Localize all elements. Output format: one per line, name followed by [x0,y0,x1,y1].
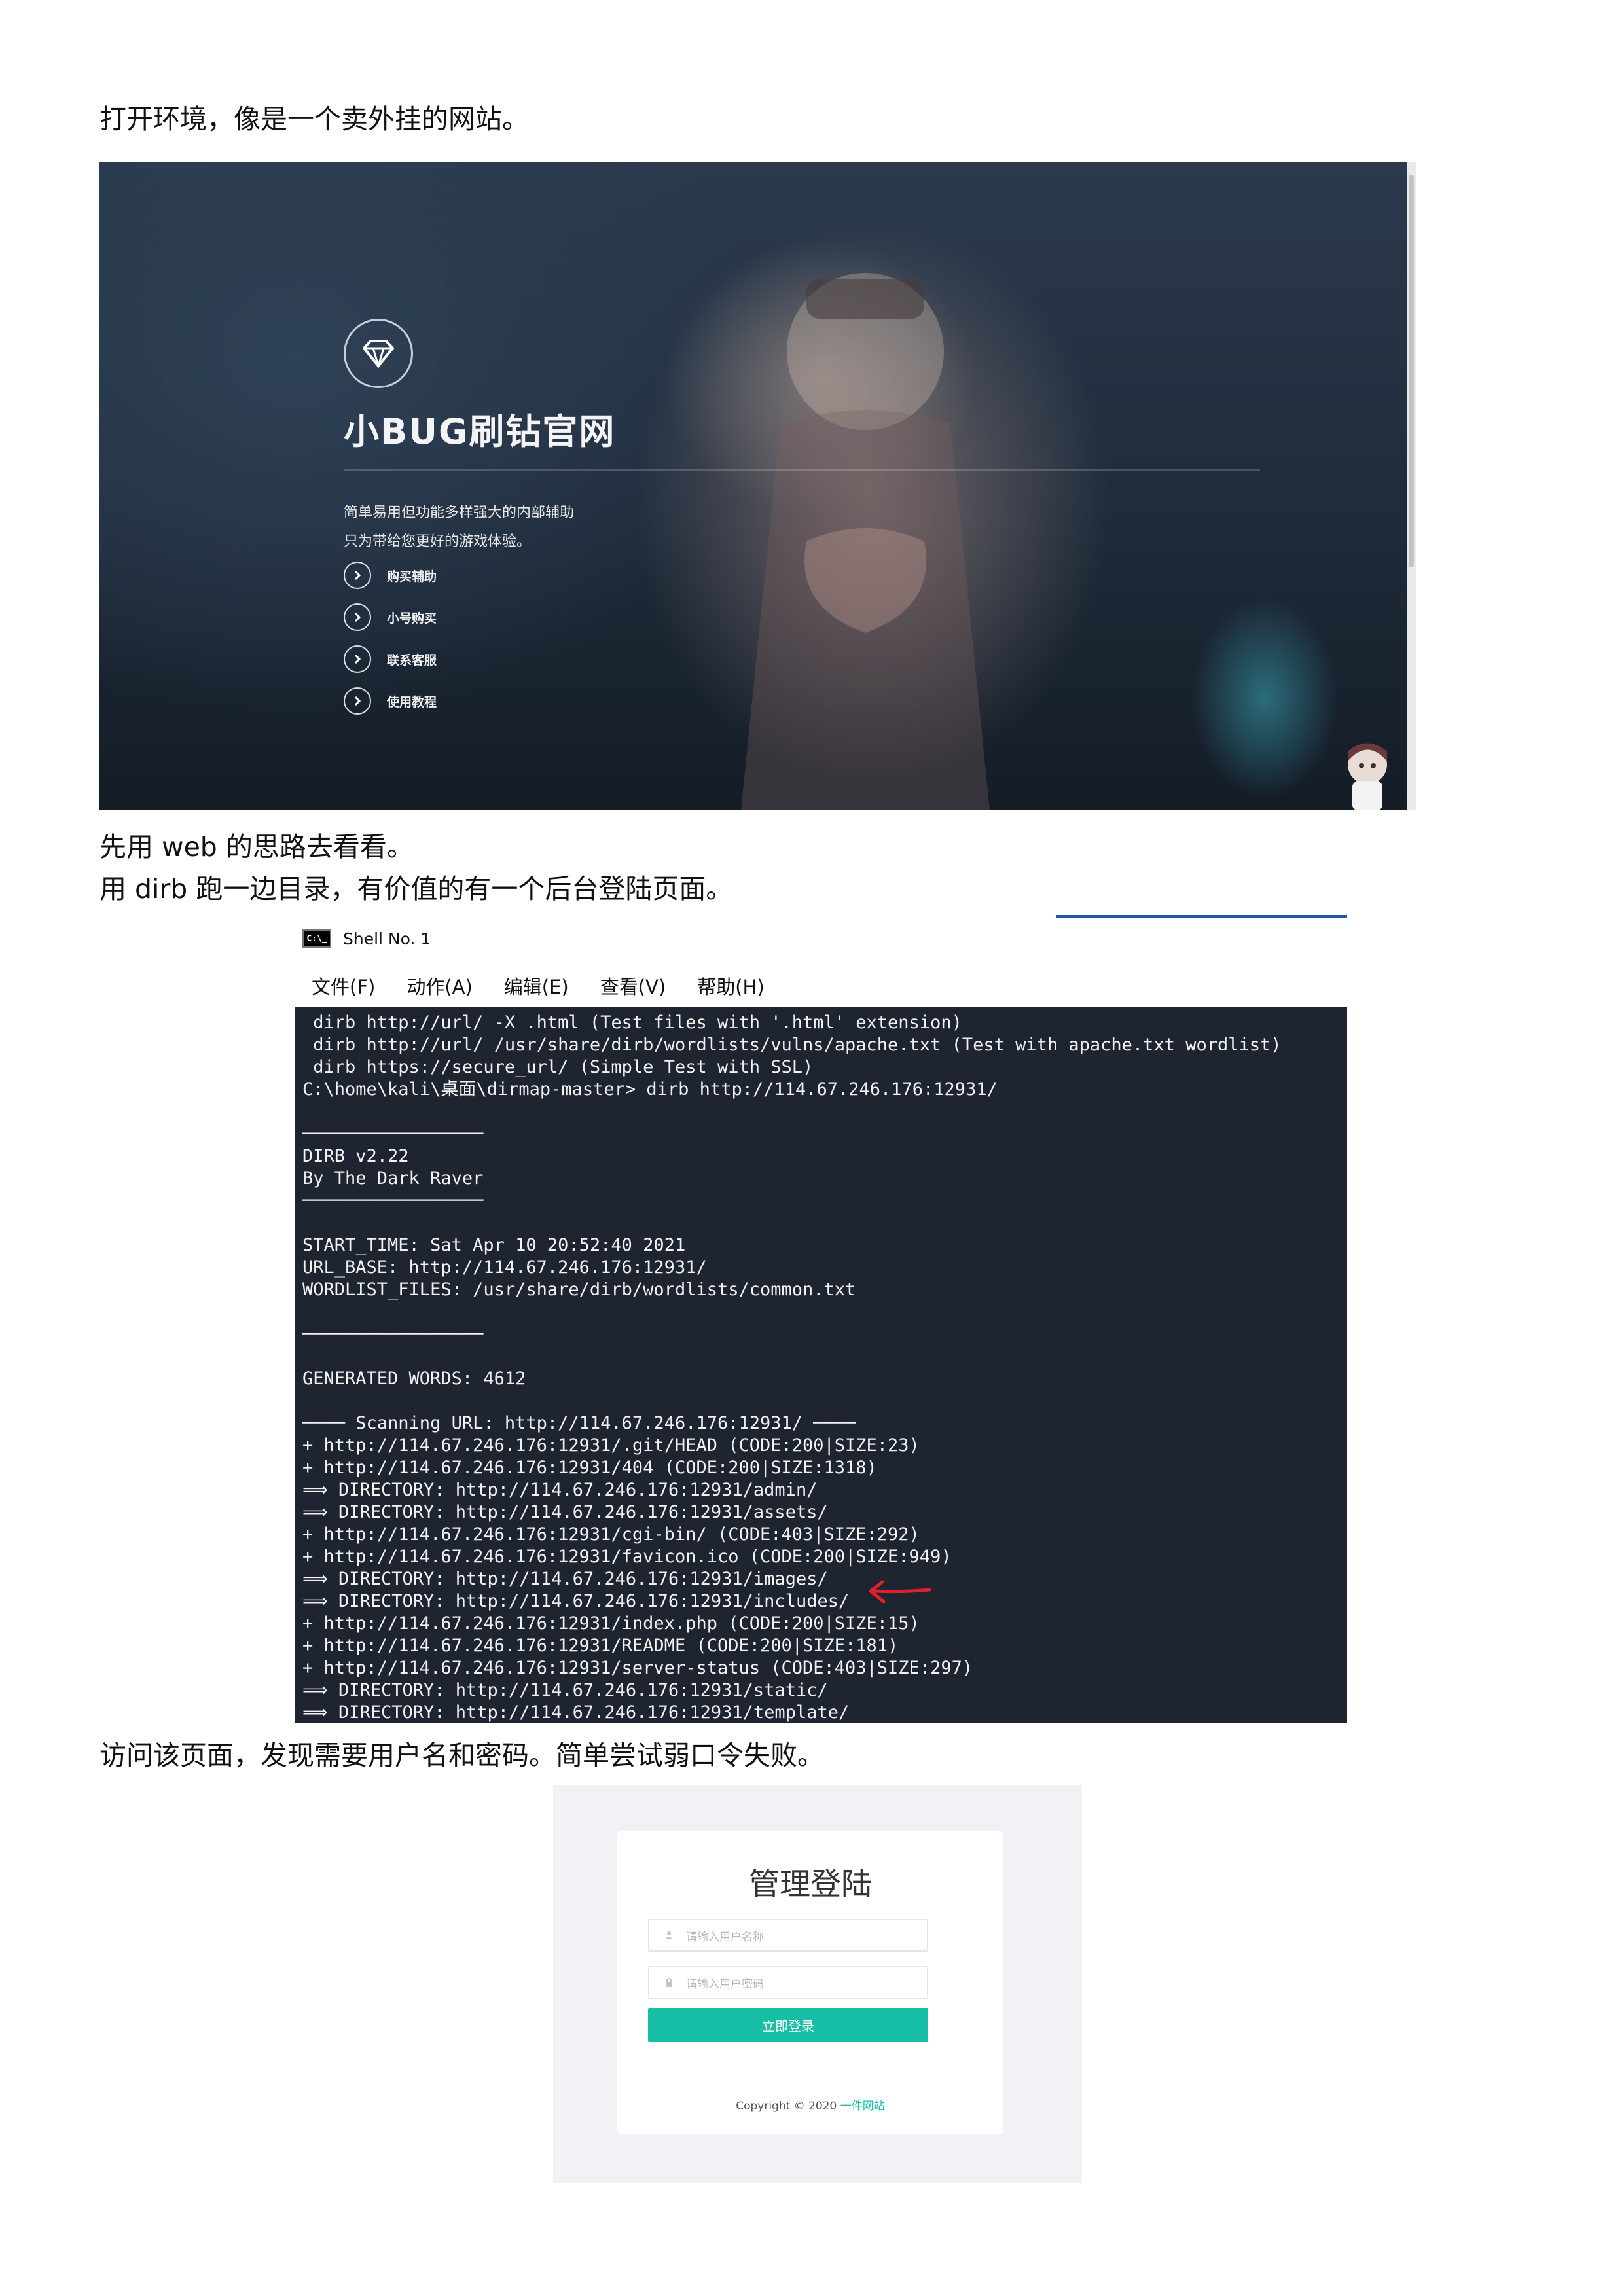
diamond-logo [344,319,413,388]
terminal-line: + http://114.67.246.176:12931/README (CO… [302,1636,899,1656]
terminal-line: + http://114.67.246.176:12931/.git/HEAD … [302,1435,920,1456]
menu-help[interactable]: 帮助(H) [697,972,764,999]
red-arrow-annotation [869,1580,931,1604]
terminal-line: + http://114.67.246.176:12931/404 (CODE:… [302,1458,877,1478]
terminal-line: ──── Scanning URL: http://114.67.246.176… [302,1413,856,1433]
mascot-widget[interactable] [1335,732,1400,810]
menu-file[interactable]: 文件(F) [312,972,375,999]
password-placeholder: 请输入用户密码 [686,1977,764,1991]
terminal-line: ⟹ DIRECTORY: http://114.67.246.176:12931… [302,1480,818,1500]
terminal-line: + http://114.67.246.176:12931/index.php … [302,1613,920,1634]
terminal-line: ───────────────── [302,1124,484,1144]
paragraph-login-visit: 访问该页面，发现需要用户名和密码。简单尝试弱口令失败。 [99,1740,824,1771]
scrollbar[interactable] [1407,162,1416,810]
scrollbar-thumb[interactable] [1409,175,1414,567]
chevron-right-icon [344,645,371,673]
paragraph-intro: 打开环境，像是一个卖外挂的网站。 [99,103,529,135]
password-field[interactable]: 请输入用户密码 [648,1966,928,1999]
paragraph-dirb-scan: 用 dirb 跑一边目录，有价值的有一个后台登陆页面。 [99,873,733,905]
chevron-right-icon [344,687,371,715]
menu-item-label: 联系客服 [387,653,437,668]
terminal-line: URL_BASE: http://114.67.246.176:12931/ [302,1257,707,1278]
login-button[interactable]: 立即登录 [648,2008,928,2042]
character-illustration [741,273,990,810]
terminal-line: dirb http://url/ /usr/share/dirb/wordlis… [302,1035,1282,1055]
terminal-line: ───────────────── [302,1191,484,1211]
menu-item-label: 使用教程 [387,694,437,709]
terminal-line: + http://114.67.246.176:12931/favicon.ic… [302,1547,952,1567]
terminal-line: ⟹ DIRECTORY: http://114.67.246.176:12931… [302,1680,828,1700]
terminal-line: WORDLIST_FILES: /usr/share/dirb/wordlist… [302,1280,856,1300]
copyright-footer: Copyright © 2020 一件网站 [617,2096,1003,2113]
terminal-line: ⟹ DIRECTORY: http://114.67.246.176:12931… [302,1702,850,1723]
title-divider [344,469,1260,471]
terminal-line: START_TIME: Sat Apr 10 20:52:40 2021 [302,1235,686,1255]
terminal-line: ⟹ DIRECTORY: http://114.67.246.176:12931… [302,1591,850,1611]
site-title: 小BUG刷钻官网 [344,411,616,452]
diamond-icon [363,340,394,368]
terminal-line: + http://114.67.246.176:12931/server-sta… [302,1658,973,1678]
username-placeholder: 请输入用户名称 [686,1930,764,1944]
menu-action[interactable]: 动作(A) [406,972,472,999]
login-card: 管理登陆 请输入用户名称 请输入用户密码 立即登录 Copyright © 20… [617,1831,1003,2134]
mascot-icon [1348,743,1387,810]
terminal-line: + http://114.67.246.176:12931/cgi-bin/ (… [302,1524,920,1545]
terminal-line: dirb http://url/ -X .html (Test files wi… [302,1013,962,1033]
user-icon [662,1931,676,1940]
site-link[interactable]: 一件网站 [840,2100,885,2113]
menu-item-label: 购买辅助 [387,569,437,584]
menu-item-contact-support[interactable]: 联系客服 [344,645,437,673]
username-field[interactable]: 请输入用户名称 [648,1919,928,1952]
site-description-line: 只为带给您更好的游戏体验。 [344,533,532,550]
terminal-line: GENERATED WORDS: 4612 [302,1369,526,1389]
copyright-text: Copyright © 2020 [736,2100,837,2113]
terminal-line: ⟹ DIRECTORY: http://114.67.246.176:12931… [302,1502,828,1522]
menu-edit[interactable]: 编辑(E) [504,972,569,999]
terminal-titlebar: C:\_ Shell No. 1 [295,923,1347,954]
window-accent-bar [1056,915,1347,918]
menu-view[interactable]: 查看(V) [600,972,666,999]
site-description-line: 简单易用但功能多样强大的内部辅助 [344,505,575,521]
terminal-line: ⟹ DIRECTORY: http://114.67.246.176:12931… [302,1569,828,1589]
lock-icon [662,1977,676,1988]
menu-item-tutorial[interactable]: 使用教程 [344,687,437,715]
chevron-right-icon [344,562,371,589]
menu-item-label: 小号购买 [387,611,437,626]
terminal-menubar: 文件(F) 动作(A) 编辑(E) 查看(V) 帮助(H) [295,967,779,1004]
window-title: Shell No. 1 [343,929,431,948]
terminal-line: ───────────────── [302,1324,484,1344]
website-screenshot: 小BUG刷钻官网 简单易用但功能多样强大的内部辅助 只为带给您更好的游戏体验。 … [99,162,1416,810]
terminal-line: C:\home\kali\桌面\dirmap-master> dirb http… [302,1079,998,1100]
chevron-right-icon [344,603,371,631]
terminal-line: DIRB v2.22 [302,1146,409,1166]
terminal-line: dirb https://secure_url/ (Simple Test wi… [302,1057,814,1077]
terminal-line: By The Dark Raver [302,1168,484,1189]
terminal-output[interactable]: dirb http://url/ -X .html (Test files wi… [295,1007,1347,1723]
terminal-icon: C:\_ [302,929,331,948]
login-page-screenshot: 管理登陆 请输入用户名称 请输入用户密码 立即登录 Copyright © 20… [553,1785,1082,2183]
terminal-window: C:\_ Shell No. 1 文件(F) 动作(A) 编辑(E) 查看(V)… [295,915,1347,1723]
login-title: 管理登陆 [749,1867,872,1903]
menu-item-buy-cheat[interactable]: 购买辅助 [344,561,437,590]
paragraph-web-approach: 先用 web 的思路去看看。 [99,831,414,863]
menu-item-buy-account[interactable]: 小号购买 [344,603,437,632]
